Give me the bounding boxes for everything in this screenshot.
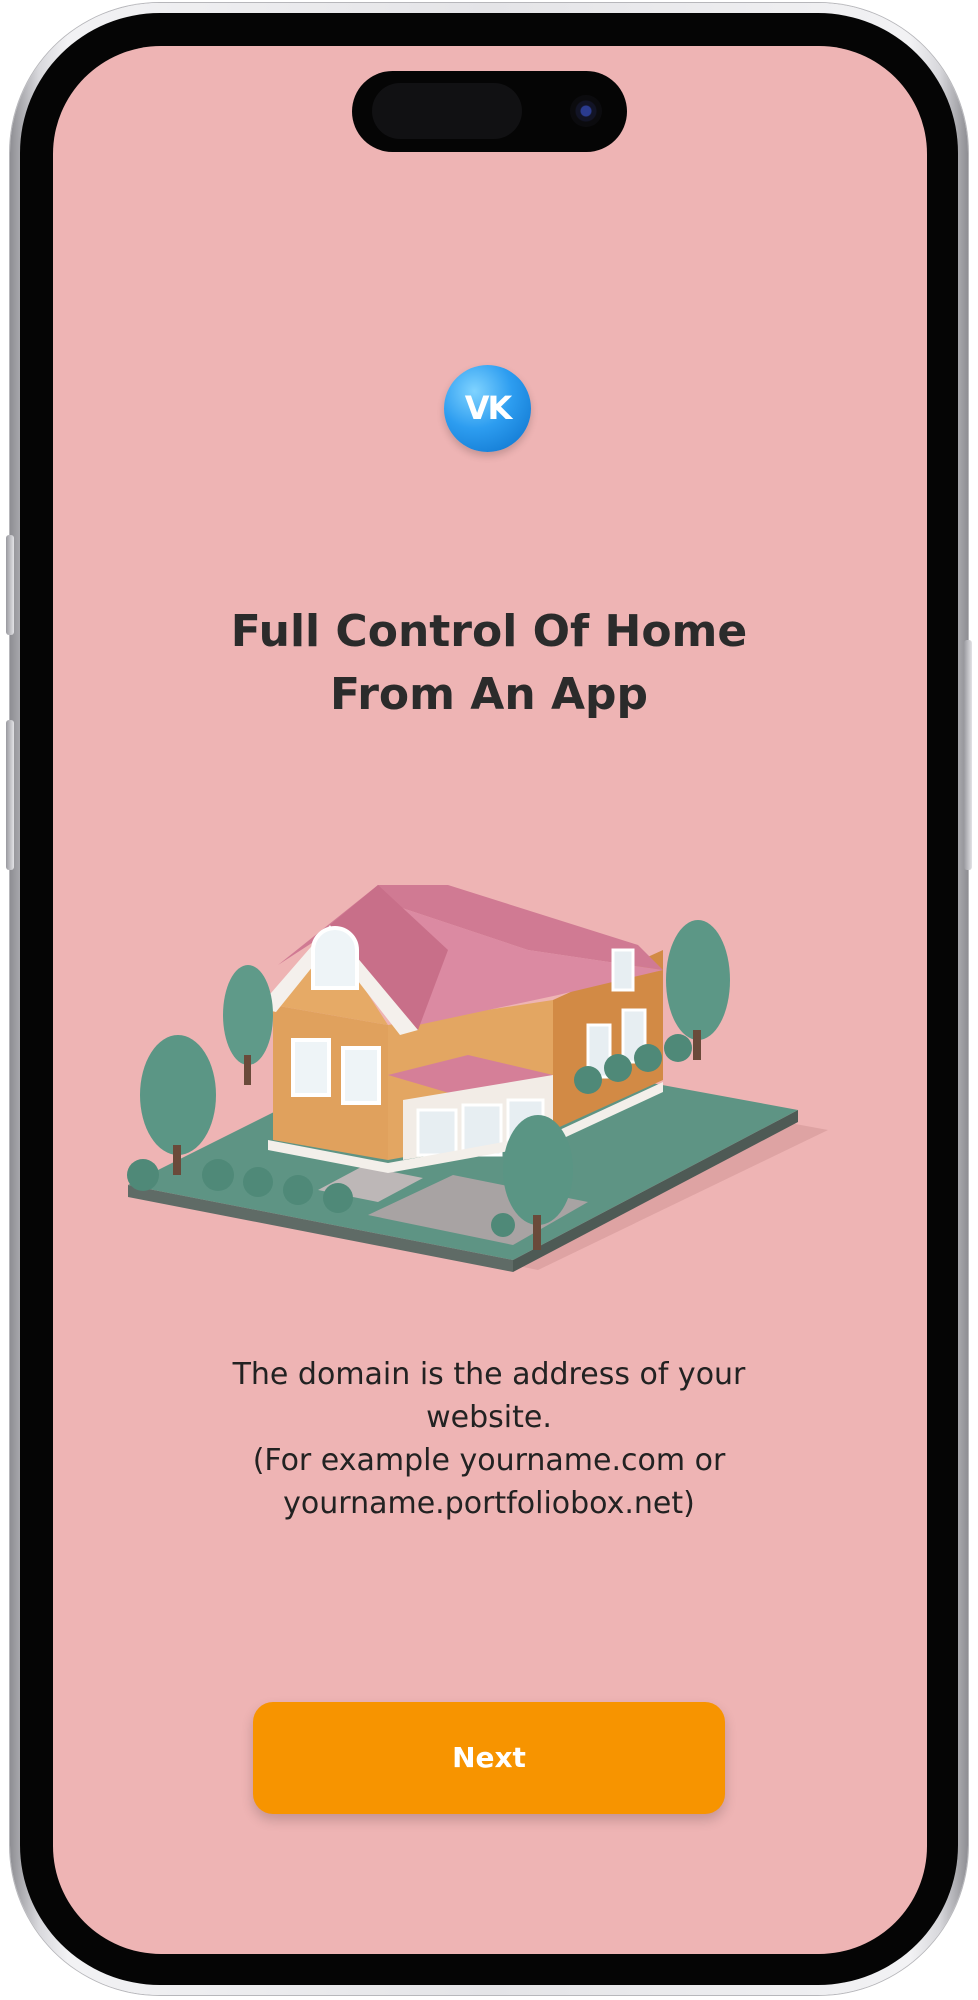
description-line-1: The domain is the address of your [232, 1357, 746, 1392]
vk-logo-icon: VK [444, 365, 531, 452]
description-line-3: (For example yourname.com or [252, 1443, 726, 1478]
front-camera-icon [570, 95, 602, 127]
side-button-left-2 [6, 720, 14, 870]
house-illustration [118, 830, 858, 1280]
description-line-4: yourname.portfoliobox.net) [283, 1486, 695, 1521]
logo-text: VK [464, 389, 513, 427]
side-button-right [964, 640, 972, 870]
side-button-left-1 [6, 535, 14, 635]
description-line-2: website. [426, 1400, 552, 1435]
title-line-1: Full Control Of Home [230, 606, 748, 657]
next-button[interactable]: Next [253, 1702, 725, 1814]
title-line-2: From An App [329, 669, 649, 720]
onboarding-screen: VK Full Control Of Home From An App The … [53, 46, 927, 1954]
description-text: The domain is the address of your websit… [150, 1353, 828, 1525]
dynamic-island [352, 71, 627, 152]
house-illustration-svg [127, 885, 828, 1272]
page-title: Full Control Of Home From An App [180, 600, 798, 726]
island-sensor [372, 83, 522, 139]
